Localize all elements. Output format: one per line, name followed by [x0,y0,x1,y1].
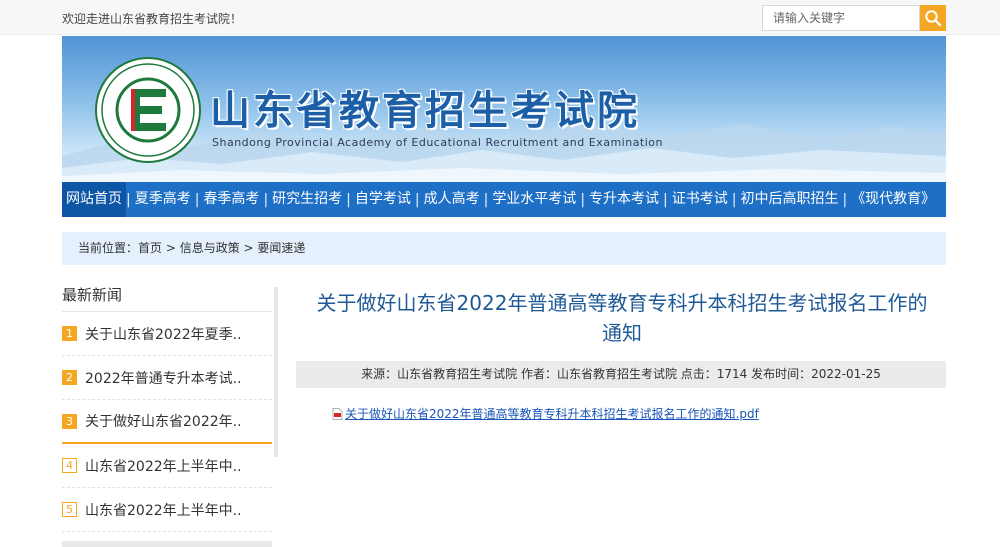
breadcrumb-separator: > [239,241,258,255]
nav-vocational-admission[interactable]: 初中后高职招生 [736,182,842,217]
sidebar-title: 最新新闻 [62,282,272,312]
search-input[interactable] [762,5,920,31]
news-item[interactable]: 4 山东省2022年上半年中.. [62,444,272,488]
news-item-title: 2022年普通专升本考试.. [85,370,242,387]
nav-proficiency-exam[interactable]: 学业水平考试 [488,182,580,217]
search-button[interactable] [920,5,946,31]
nav-self-study-exam[interactable]: 自学考试 [351,182,415,217]
pdf-icon [332,407,343,420]
article-title-line1: 关于做好山东省2022年普通高等教育专科升本科招生考试报名工作的 [316,291,928,315]
news-item-title: 关于做好山东省2022年.. [85,414,242,430]
breadcrumb-home[interactable]: 首页 [138,241,162,255]
article-title: 关于做好山东省2022年普通高等教育专科升本科招生考试报名工作的 通知 [296,288,948,348]
nav-spring-gaokao[interactable]: 春季高考 [199,182,263,217]
breadcrumb-info-policy[interactable]: 信息与政策 [180,241,240,255]
nav-separator: | [731,191,737,208]
news-item[interactable]: 2 2022年普通专升本考试.. [62,356,272,400]
welcome-text: 欢迎走进山东省教育招生考试院！ [62,12,243,26]
nav-upgrade-exam[interactable]: 专升本考试 [585,182,663,217]
nav-graduate-exam[interactable]: 研究生招考 [268,182,346,217]
nav-separator: | [663,191,668,208]
breadcrumb-prefix: 当前位置： [78,241,139,255]
nav-adult-exam[interactable]: 成人高考 [420,182,484,217]
news-item[interactable]: 5 山东省2022年上半年中.. [62,488,272,532]
news-rank-badge: 4 [62,458,77,473]
site-subtitle: Shandong Provincial Academy of Education… [212,136,664,149]
attachment-link[interactable]: 关于做好山东省2022年普通高等教育专科升本科招生考试报名工作的通知.pdf [332,405,759,422]
news-item-title: 山东省2022年上半年中.. [85,458,242,475]
academy-logo [95,57,201,163]
nav-separator: | [414,191,420,208]
nav-modern-education[interactable]: 《现代教育》 [847,182,939,217]
article-meta: 来源：山东省教育招生考试院 作者：山东省教育招生考试院 点击：1714 发布时间… [296,361,946,388]
latest-news-sidebar: 最新新闻 1 关于山东省2022年夏季.. 2 2022年普通专升本考试.. 3… [62,282,278,532]
nav-home[interactable]: 网站首页 [62,182,126,217]
breadcrumb: 当前位置：首页 > 信息与政策 > 要闻速递 [62,232,946,265]
sidebar-scrollbar[interactable] [274,287,278,457]
nav-separator: | [483,191,489,208]
news-item-title: 山东省2022年上半年中.. [85,502,242,519]
nav-separator: | [126,191,131,208]
main-nav: 网站首页 | 夏季高考 | 春季高考 | 研究生招考 | 自学考试 | 成人高考… [62,182,946,217]
news-rank-badge: 5 [62,502,77,517]
top-bar: 欢迎走进山东省教育招生考试院！ [0,0,1000,35]
article-title-line2: 通知 [602,321,642,345]
site-title: 山东省教育招生考试院 [210,88,640,134]
nav-separator: | [842,191,848,208]
nav-summer-gaokao[interactable]: 夏季高考 [131,182,195,217]
nav-certificate-exam[interactable]: 证书考试 [668,182,732,217]
nav-separator: | [346,191,351,208]
news-rank-badge: 1 [62,326,77,341]
news-item[interactable]: 3 关于做好山东省2022年.. [62,400,272,444]
news-item-title: 关于山东省2022年夏季.. [85,326,242,343]
attachment-filename: 关于做好山东省2022年普通高等教育专科升本科招生考试报名工作的通知.pdf [345,407,759,421]
news-rank-badge: 3 [62,413,77,429]
nav-separator: | [580,191,586,208]
header-banner: 山东省教育招生考试院 Shandong Provincial Academy o… [62,36,946,182]
breadcrumb-separator: > [162,241,180,255]
breadcrumb-news[interactable]: 要闻速递 [257,241,305,255]
news-item[interactable]: 1 关于山东省2022年夏季.. [62,312,272,356]
sidebar-bottom-bar [62,541,272,547]
nav-separator: | [194,191,200,208]
search-icon [925,10,942,27]
nav-separator: | [263,191,269,208]
news-rank-badge: 2 [62,370,77,385]
